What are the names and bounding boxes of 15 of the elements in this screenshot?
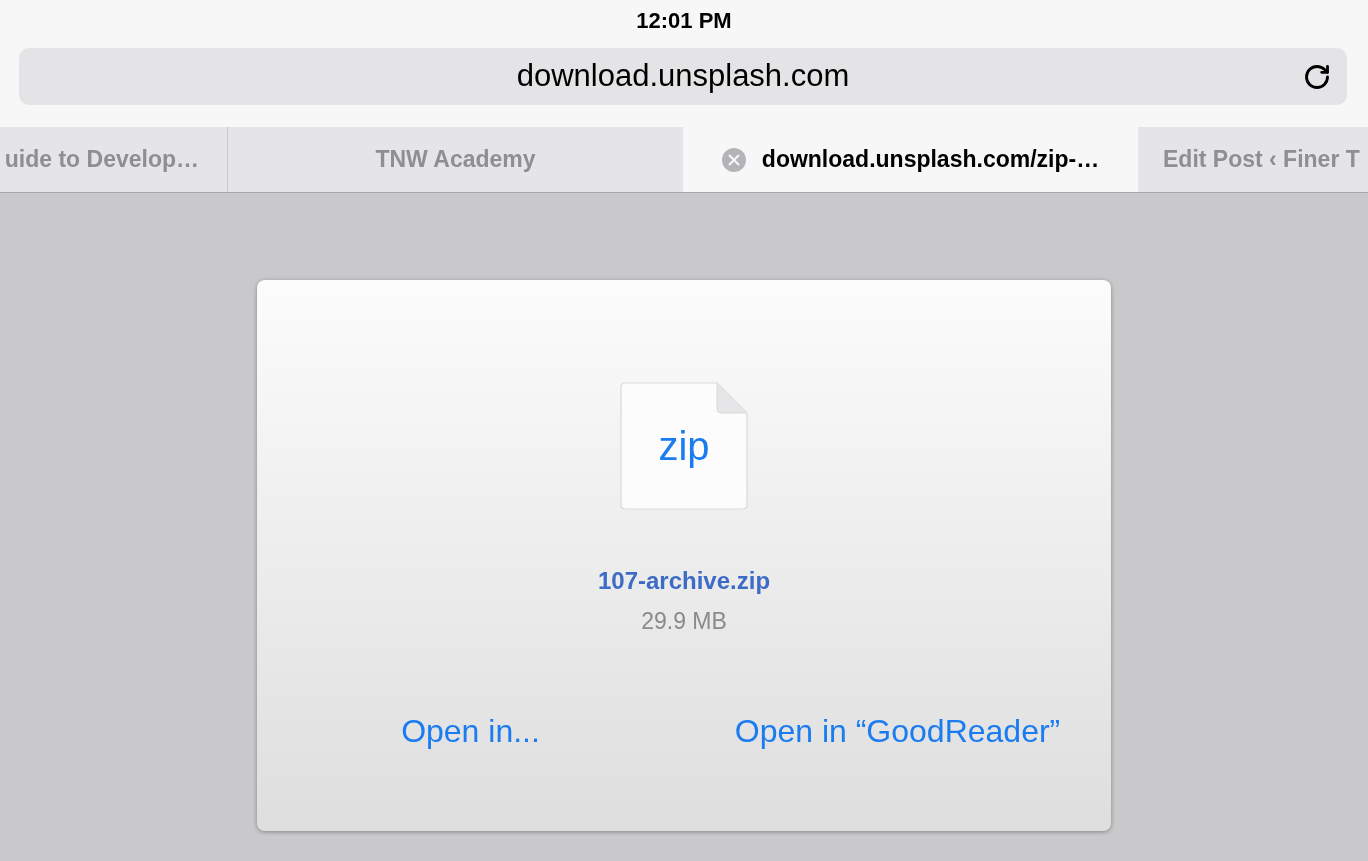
file-type-label: zip xyxy=(658,424,710,468)
file-name: 107-archive.zip xyxy=(597,566,771,596)
browser-tab[interactable]: Edit Post ‹ Finer T xyxy=(1138,127,1368,192)
document-icon xyxy=(620,382,748,510)
reload-icon xyxy=(1303,63,1331,91)
browser-tab[interactable]: uide to Develop… xyxy=(0,127,228,192)
status-time: 12:01 PM xyxy=(636,6,732,35)
url-text: download.unsplash.com xyxy=(516,57,850,96)
reload-button[interactable] xyxy=(1302,62,1332,92)
open-in-button[interactable]: Open in... xyxy=(401,711,540,751)
open-in-button[interactable]: Open in “GoodReader” xyxy=(734,711,1061,751)
browser-tab[interactable]: download.unsplash.com/zip-… xyxy=(683,127,1138,192)
address-bar[interactable]: download.unsplash.com xyxy=(19,48,1347,105)
file-size: 29.9 MB xyxy=(641,607,727,635)
browser-tab[interactable]: TNW Academy xyxy=(228,127,683,192)
